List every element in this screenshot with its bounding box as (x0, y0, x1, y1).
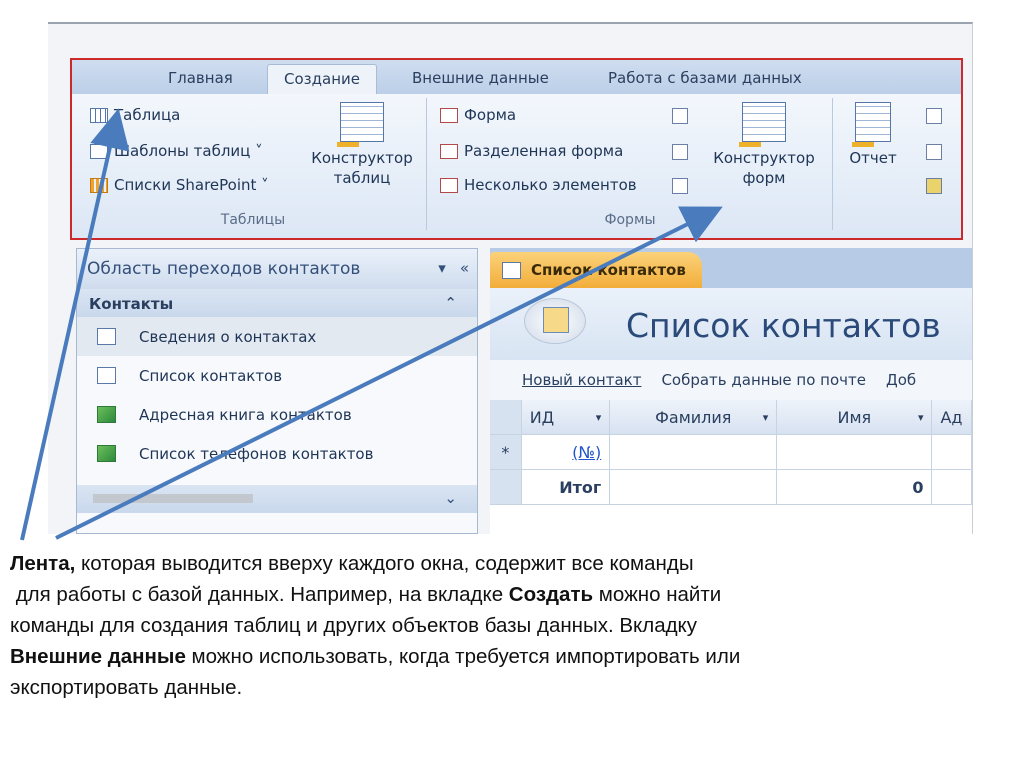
table-row[interactable]: * (№) (490, 435, 972, 470)
new-contact-link[interactable]: Новый контакт (522, 371, 641, 389)
table-designer-button[interactable]: Конструктор таблиц (306, 102, 418, 188)
nav-section-contacts[interactable]: Контакты ⌃ (77, 289, 477, 317)
nav-item-address-book[interactable]: Адресная книга контактов (77, 395, 477, 434)
new-record-id[interactable]: (№) (522, 435, 611, 469)
tab-database-tools[interactable]: Работа с базами данных (608, 69, 802, 87)
ribbon-tabs: Главная Создание Внешние данные Работа с… (72, 60, 961, 94)
report-icon (97, 445, 116, 462)
table-templates-button[interactable]: Шаблоны таблиц ˅ (90, 142, 263, 160)
cell-first-name[interactable] (777, 435, 933, 469)
tab-external-data[interactable]: Внешние данные (412, 69, 549, 87)
group-label-tables: Таблицы (220, 212, 286, 228)
select-all-cell[interactable] (490, 400, 522, 434)
navigation-pane: Область переходов контактов ▾ « Контакты… (76, 248, 478, 534)
blank-report-icon[interactable] (926, 144, 942, 160)
collect-email-link[interactable]: Собрать данные по почте (661, 371, 866, 389)
row-selector[interactable] (490, 470, 522, 504)
totals-label: Итог (522, 470, 611, 504)
tab-home[interactable]: Главная (168, 69, 233, 87)
add-link[interactable]: Доб (886, 371, 916, 389)
table-icon (90, 107, 108, 123)
nav-pane-title: Область переходов контактов (87, 259, 361, 279)
form-header: Список контактов (490, 288, 972, 360)
table-templates-icon (90, 143, 108, 159)
collapse-section-icon[interactable]: ⌃ (444, 294, 457, 312)
report-button[interactable]: Отчет (840, 102, 906, 168)
document-tab-bar: Список контактов (490, 248, 972, 288)
form-icon (502, 261, 521, 279)
table-designer-icon (337, 102, 384, 147)
labels-icon[interactable] (926, 108, 942, 124)
access-screenshot: Главная Создание Внешние данные Работа с… (48, 22, 973, 534)
group-tables: Таблица Шаблоны таблиц ˅ Списки SharePoi… (80, 98, 427, 230)
nav-item-contact-details[interactable]: Сведения о контактах (77, 317, 477, 356)
multiple-items-button[interactable]: Несколько элементов (440, 176, 637, 194)
totals-address (932, 470, 972, 504)
nav-pane-header[interactable]: Область переходов контактов ▾ « (77, 249, 477, 289)
form-icon (440, 107, 458, 123)
column-dropdown-icon: ▾ (917, 410, 924, 424)
tab-create[interactable]: Создание (267, 64, 377, 94)
column-dropdown-icon: ▾ (762, 410, 769, 424)
cell-address[interactable] (932, 435, 972, 469)
ribbon-body: Таблица Шаблоны таблиц ˅ Списки SharePoi… (72, 94, 961, 238)
ribbon: Главная Создание Внешние данные Работа с… (70, 58, 963, 240)
report-icon (97, 406, 116, 423)
datasheet-grid: ИД ▾ Фамилия ▾ Имя ▾ Ад * (№) Итог 0 (490, 400, 972, 505)
form-title: Список контактов (626, 306, 941, 345)
nav-item-contact-list[interactable]: Список контактов (77, 356, 477, 395)
group-reports: Отчет (836, 98, 961, 230)
totals-value: 0 (777, 470, 933, 504)
blank-form-icon[interactable] (672, 144, 688, 160)
sharepoint-icon (90, 177, 108, 193)
caption-text: Лента, которая выводится вверху каждого … (10, 552, 741, 699)
pivot-chart-icon[interactable] (672, 108, 688, 124)
report-icon (852, 102, 891, 147)
column-header-id[interactable]: ИД ▾ (522, 400, 611, 434)
table-button[interactable]: Таблица (90, 106, 180, 124)
column-dropdown-icon: ▾ (595, 410, 602, 424)
column-header-last-name[interactable]: Фамилия ▾ (610, 400, 778, 434)
totals-last-name (610, 470, 778, 504)
expand-section-icon[interactable]: ⌄ (444, 489, 457, 507)
form-button[interactable]: Форма (440, 106, 516, 124)
collapse-pane-icon[interactable]: « (460, 259, 469, 277)
form-icon (97, 367, 116, 384)
contacts-form-icon (524, 298, 586, 344)
form-icon (97, 328, 116, 345)
column-header-first-name[interactable]: Имя ▾ (777, 400, 933, 434)
cell-last-name[interactable] (610, 435, 778, 469)
split-form-button[interactable]: Разделенная форма (440, 142, 623, 160)
more-forms-icon[interactable] (672, 178, 688, 194)
split-form-icon (440, 143, 458, 159)
new-record-marker: * (490, 435, 522, 469)
form-link-bar: Новый контакт Собрать данные по почте До… (490, 360, 972, 400)
document-area: Список контактов Список контактов Новый … (490, 248, 972, 534)
document-tab-contact-list[interactable]: Список контактов (490, 252, 702, 288)
column-header-address[interactable]: Ад (932, 400, 972, 434)
nav-item-phone-list[interactable]: Список телефонов контактов (77, 434, 477, 473)
collapsed-section-bar (93, 494, 253, 503)
totals-row: Итог 0 (490, 470, 972, 505)
group-forms: Форма Разделенная форма Несколько элемен… (428, 98, 833, 230)
nav-menu-dropdown-icon[interactable]: ▾ (438, 259, 446, 277)
form-designer-button[interactable]: Конструктор форм (704, 102, 824, 188)
nav-section-collapsed[interactable]: ⌄ (77, 485, 477, 513)
multiple-items-icon (440, 177, 458, 193)
sharepoint-lists-button[interactable]: Списки SharePoint ˅ (90, 176, 269, 194)
group-label-forms: Формы (604, 212, 656, 228)
form-designer-icon (739, 102, 786, 147)
report-wizard-icon[interactable] (926, 178, 942, 194)
grid-header-row: ИД ▾ Фамилия ▾ Имя ▾ Ад (490, 400, 972, 435)
